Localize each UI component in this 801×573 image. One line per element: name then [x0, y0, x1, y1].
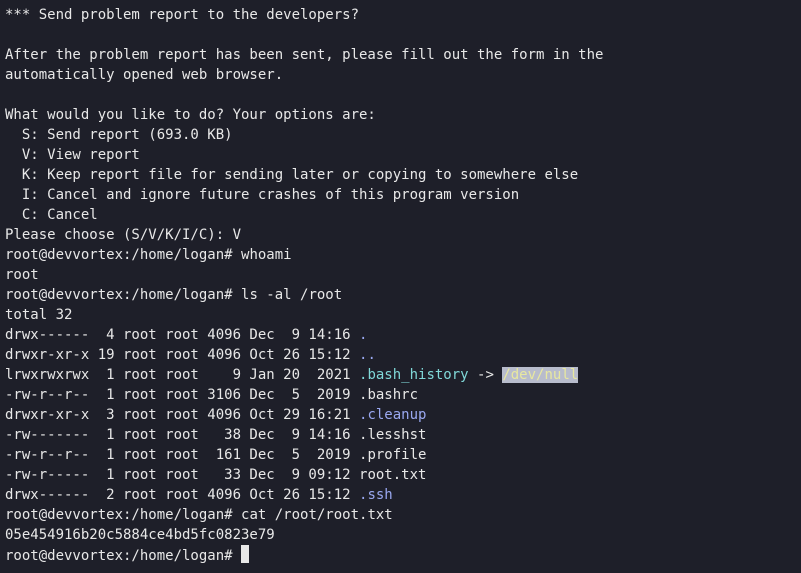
report-info-line: automatically opened web browser.	[5, 67, 284, 83]
command-line: root@devvortex:/home/logan# cat /root/ro…	[5, 505, 801, 525]
command-line: root@devvortex:/home/logan# whoami	[5, 245, 801, 265]
command-text: cat /root/root.txt	[241, 507, 393, 523]
choose-prompt: Please choose (S/V/K/I/C): V	[5, 227, 242, 243]
listing-row: drwx------ 2 root root 4096 Oct 26 15:12…	[5, 485, 801, 505]
report-info-line: After the problem report has been sent, …	[5, 47, 604, 63]
listing-row: drwxr-xr-x 19 root root 4096 Oct 26 15:1…	[5, 345, 801, 365]
file-name: .ssh	[359, 487, 393, 503]
command-output: root	[5, 267, 39, 283]
shell-prompt: root@devvortex:/home/logan#	[5, 548, 242, 564]
flag-output: 05e454916b20c5884ce4bd5fc0823e79	[5, 527, 275, 543]
listing-row: drwxr-xr-x 3 root root 4096 Oct 29 16:21…	[5, 405, 801, 425]
listing-row: -rw-r--r-- 1 root root 161 Dec 5 2019 .p…	[5, 445, 801, 465]
listing-row: -rw-r--r-- 1 root root 3106 Dec 5 2019 .…	[5, 385, 801, 405]
listing-row: -rw-r----- 1 root root 33 Dec 9 09:12 ro…	[5, 465, 801, 485]
shell-prompt: root@devvortex:/home/logan#	[5, 507, 242, 523]
listing-total: total 32	[5, 307, 73, 323]
command-text: ls -al /root	[241, 287, 343, 303]
file-name: .cleanup	[359, 407, 427, 423]
file-name: .	[359, 327, 368, 343]
command-line: root@devvortex:/home/logan# ls -al /root	[5, 285, 801, 305]
symlink-target: /dev/null	[502, 367, 579, 383]
shell-prompt: root@devvortex:/home/logan#	[5, 247, 242, 263]
file-name: ..	[359, 347, 376, 363]
options-prompt: What would you like to do? Your options …	[5, 107, 376, 123]
text-cursor[interactable]	[241, 545, 250, 563]
option-ignore: I: Cancel and ignore future crashes of t…	[5, 187, 520, 203]
listing-row: -rw------- 1 root root 38 Dec 9 14:16 .l…	[5, 425, 801, 445]
file-meta: drwx------ 4 root root 4096 Dec 9 14:16	[5, 327, 360, 343]
shell-prompt: root@devvortex:/home/logan#	[5, 287, 242, 303]
report-header: *** Send problem report to the developer…	[5, 7, 360, 23]
file-name: root.txt	[359, 467, 427, 483]
file-name: .profile	[359, 447, 427, 463]
file-meta: drwxr-xr-x 3 root root 4096 Oct 29 16:21	[5, 407, 360, 423]
file-name: .bashrc	[359, 387, 419, 403]
symlink-arrow: ->	[468, 367, 503, 383]
option-send: S: Send report (693.0 KB)	[5, 127, 233, 143]
file-name: .lesshst	[359, 427, 427, 443]
file-meta: drwx------ 2 root root 4096 Oct 26 15:12	[5, 487, 360, 503]
file-meta: drwxr-xr-x 19 root root 4096 Oct 26 15:1…	[5, 347, 360, 363]
file-meta: -rw-r----- 1 root root 33 Dec 9 09:12	[5, 467, 360, 483]
option-view: V: View report	[5, 147, 140, 163]
command-text: whoami	[241, 247, 292, 263]
file-meta: lrwxrwxrwx 1 root root 9 Jan 20 2021	[5, 367, 360, 383]
option-keep: K: Keep report file for sending later or…	[5, 167, 579, 183]
option-cancel: C: Cancel	[5, 207, 98, 223]
file-meta: -rw-r--r-- 1 root root 3106 Dec 5 2019	[5, 387, 360, 403]
symlink-name: .bash_history	[359, 367, 469, 383]
command-line-active[interactable]: root@devvortex:/home/logan#	[5, 545, 801, 565]
listing-row: lrwxrwxrwx 1 root root 9 Jan 20 2021 .ba…	[5, 365, 801, 385]
terminal-window[interactable]: *** Send problem report to the developer…	[0, 0, 801, 573]
file-meta: -rw------- 1 root root 38 Dec 9 14:16	[5, 427, 360, 443]
file-meta: -rw-r--r-- 1 root root 161 Dec 5 2019	[5, 447, 360, 463]
listing-row: drwx------ 4 root root 4096 Dec 9 14:16 …	[5, 325, 801, 345]
